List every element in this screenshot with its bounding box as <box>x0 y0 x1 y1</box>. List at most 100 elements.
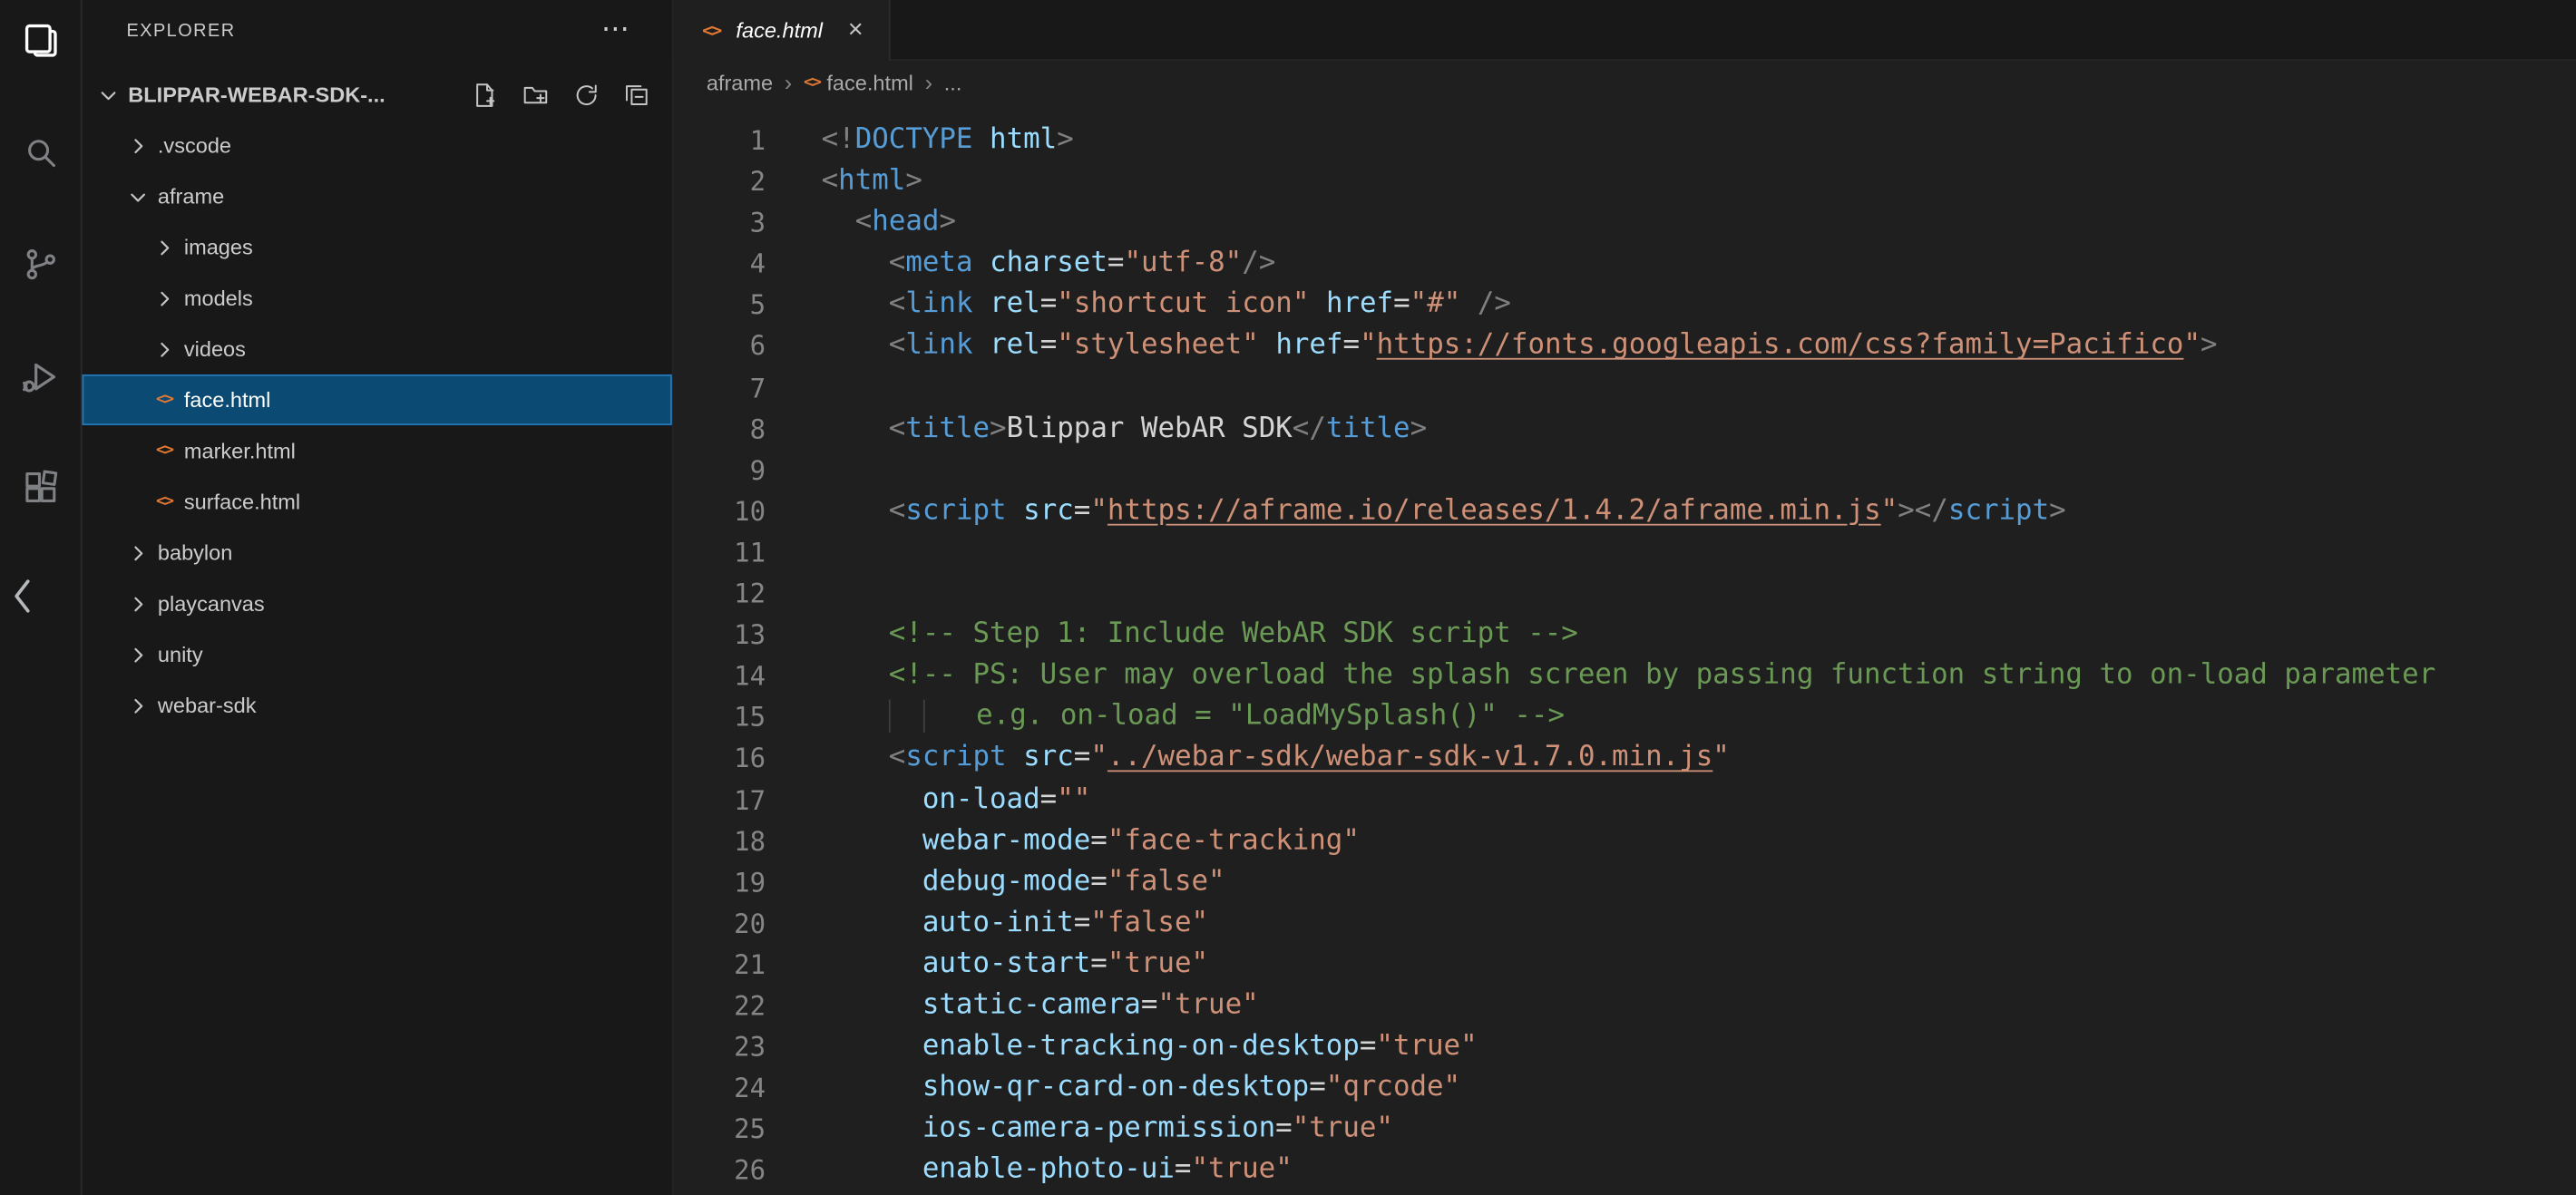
code-line-13[interactable]: 13 <!-- Step 1: Include WebAR SDK script… <box>674 615 2576 656</box>
code-text: enable-tracking-on-desktop="true" <box>822 1026 1478 1067</box>
tree-item-unity[interactable]: unity <box>83 629 672 680</box>
chevron-right-icon <box>125 692 151 718</box>
tree-item-webar-sdk[interactable]: webar-sdk <box>83 680 672 731</box>
line-number: 1 <box>674 120 766 160</box>
code-line-25[interactable]: 25 ios-camera-permission="true" <box>674 1109 2576 1150</box>
code-line-10[interactable]: 10 <script src="https://aframe.io/releas… <box>674 491 2576 531</box>
tree-item--vscode[interactable]: .vscode <box>83 120 672 170</box>
chevron-down-icon <box>125 183 151 209</box>
line-number: 24 <box>674 1068 766 1109</box>
run-debug-icon[interactable] <box>0 338 82 413</box>
editor-group: <> face.html × aframe › <> face.html › .… <box>674 0 2576 1195</box>
code-text: <script src="../webar-sdk/webar-sdk-v1.7… <box>822 738 1730 779</box>
code-line-19[interactable]: 19 debug-mode="false" <box>674 861 2576 902</box>
html-file-icon: <> <box>151 492 178 510</box>
chevron-right-icon <box>125 641 151 667</box>
vscode-window: EXPLORER ⋯ BLIPPAR-WEBAR-SDK-... <box>0 0 2576 1195</box>
code-line-18[interactable]: 18 webar-mode="face-tracking" <box>674 821 2576 861</box>
tree-item-label: unity <box>158 642 203 666</box>
code-line-5[interactable]: 5 <link rel="shortcut icon" href="#" /> <box>674 285 2576 325</box>
tree-item-images[interactable]: images <box>83 222 672 273</box>
code-line-4[interactable]: 4 <meta charset="utf-8"/> <box>674 244 2576 285</box>
code-text: static-camera="true" <box>822 986 1259 1026</box>
tab-face-html[interactable]: <> face.html × <box>674 0 891 61</box>
new-folder-icon[interactable] <box>522 82 549 108</box>
code-text: on-load="" <box>822 779 1091 820</box>
tree-item-root-folder[interactable]: BLIPPAR-WEBAR-SDK-... <box>83 69 672 120</box>
line-number: 7 <box>674 367 766 408</box>
code-line-24[interactable]: 24 show-qr-card-on-desktop="qrcode" <box>674 1068 2576 1109</box>
tree-item-surface-html[interactable]: <> surface.html <box>83 476 672 527</box>
line-number: 16 <box>674 738 766 779</box>
breadcrumb-item-folder[interactable]: aframe <box>707 70 773 94</box>
tree-item-aframe[interactable]: aframe <box>83 170 672 221</box>
new-file-icon[interactable] <box>472 82 498 108</box>
code-line-22[interactable]: 22 static-camera="true" <box>674 986 2576 1026</box>
more-actions-icon[interactable]: ⋯ <box>601 15 629 43</box>
tree-item-label: surface.html <box>184 490 300 514</box>
code-line-2[interactable]: 2<html> <box>674 161 2576 202</box>
code-line-3[interactable]: 3 <head> <box>674 202 2576 243</box>
line-number: 11 <box>674 532 766 573</box>
code-line-11[interactable]: 11 <box>674 532 2576 573</box>
tree-item-label: marker.html <box>184 439 296 463</box>
chevron-left-icon[interactable] <box>10 577 33 625</box>
tree-item-videos[interactable]: videos <box>83 324 672 374</box>
line-number: 3 <box>674 202 766 243</box>
code-line-6[interactable]: 6 <link rel="stylesheet" href="https://f… <box>674 325 2576 366</box>
breadcrumb-item-symbols[interactable]: ... <box>944 70 962 94</box>
tree-item-face-html[interactable]: <>face.html <box>83 374 672 425</box>
line-number: 17 <box>674 779 766 820</box>
code-line-26[interactable]: 26 enable-photo-ui="true" <box>674 1150 2576 1190</box>
code-line-21[interactable]: 21 auto-start="true" <box>674 944 2576 985</box>
code-text: debug-mode="false" <box>822 861 1225 902</box>
chevron-down-icon <box>95 82 122 108</box>
code-line-23[interactable]: 23 enable-tracking-on-desktop="true" <box>674 1026 2576 1067</box>
line-number: 8 <box>674 408 766 449</box>
html-file-icon: <> <box>697 20 727 42</box>
code-text: webar-mode="face-tracking" <box>822 821 1360 861</box>
collapse-all-icon[interactable] <box>624 82 650 108</box>
code-text: enable-photo-ui="true" <box>822 1150 1293 1190</box>
html-file-icon: <> <box>151 391 178 409</box>
code-text: <link rel="shortcut icon" href="#" /> <box>822 285 1511 325</box>
breadcrumb-item-file[interactable]: face.html <box>826 70 913 94</box>
code-line-15[interactable]: 15 e.g. on-load = "LoadMySplash()" --> <box>674 697 2576 738</box>
explorer-sidebar: EXPLORER ⋯ BLIPPAR-WEBAR-SDK-... <box>83 0 674 1195</box>
chevron-right-icon <box>151 285 178 311</box>
line-number: 22 <box>674 986 766 1026</box>
code-line-7[interactable]: 7 <box>674 367 2576 408</box>
code-editor[interactable]: 1<!DOCTYPE html>2<html>3 <head>4 <meta c… <box>674 103 2576 1195</box>
refresh-icon[interactable] <box>573 82 600 108</box>
tree-item-label: videos <box>184 336 246 361</box>
explorer-title: EXPLORER <box>126 22 235 42</box>
code-line-12[interactable]: 12 <box>674 573 2576 614</box>
explorer-icon[interactable] <box>0 4 82 79</box>
close-icon[interactable]: × <box>839 14 872 46</box>
line-number: 14 <box>674 656 766 696</box>
code-line-9[interactable]: 9 <box>674 450 2576 491</box>
tree-item-models[interactable]: models <box>83 273 672 324</box>
code-line-17[interactable]: 17 on-load="" <box>674 779 2576 820</box>
tree-item-playcanvas[interactable]: playcanvas <box>83 578 672 629</box>
explorer-toolbar <box>472 82 672 108</box>
extensions-icon[interactable] <box>0 450 82 525</box>
tree-item-label: .vscode <box>158 133 231 158</box>
line-number: 23 <box>674 1026 766 1067</box>
code-line-20[interactable]: 20 auto-init="false" <box>674 903 2576 944</box>
source-control-icon[interactable] <box>0 227 82 302</box>
code-line-8[interactable]: 8 <title>Blippar WebAR SDK</title> <box>674 408 2576 449</box>
code-line-14[interactable]: 14 <!-- PS: User may overload the splash… <box>674 656 2576 696</box>
tab-label: face.html <box>736 18 823 43</box>
code-line-1[interactable]: 1<!DOCTYPE html> <box>674 120 2576 160</box>
breadcrumb: aframe › <> face.html › ... <box>674 61 2576 103</box>
code-line-16[interactable]: 16 <script src="../webar-sdk/webar-sdk-v… <box>674 738 2576 779</box>
tree-item-babylon[interactable]: babylon <box>83 527 672 578</box>
line-number: 20 <box>674 903 766 944</box>
line-number: 13 <box>674 615 766 656</box>
search-icon[interactable] <box>0 115 82 190</box>
code-text: <meta charset="utf-8"/> <box>822 244 1276 285</box>
tree-item-marker-html[interactable]: <>marker.html <box>83 425 672 476</box>
chevron-right-icon: › <box>785 69 792 95</box>
line-number: 19 <box>674 861 766 902</box>
